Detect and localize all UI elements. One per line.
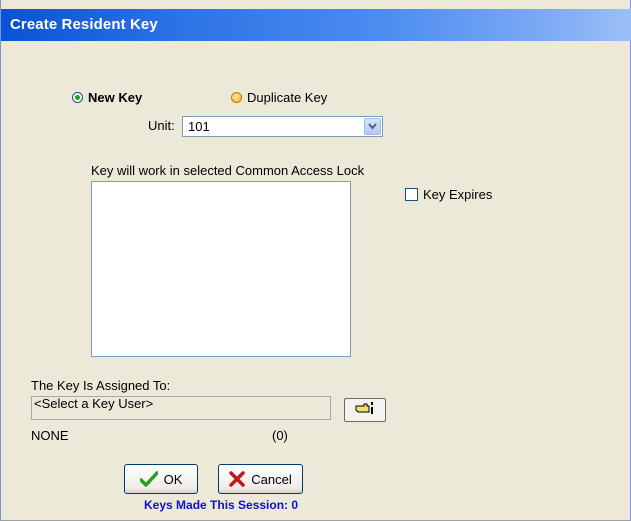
user-count-text: (0) [272,428,288,443]
duplicate-key-label: Duplicate Key [247,90,328,105]
session-count-text: Keys Made This Session: 0 [144,498,299,512]
key-user-field[interactable]: <Select a Key User> [31,396,331,420]
ok-button[interactable]: OK [124,464,198,494]
key-expires-checkbox[interactable]: Key Expires [405,187,492,202]
chevron-down-icon[interactable] [364,118,381,135]
dialog-window: Create Resident Key New Key Duplicate Ke… [0,0,631,521]
new-key-radio-circle[interactable] [72,92,83,103]
window-title: Create Resident Key [10,16,158,33]
new-key-radio[interactable]: New Key [72,90,142,105]
key-expires-label: Key Expires [423,187,493,202]
hand-pointer-icon [354,400,376,421]
assigned-to-label: The Key Is Assigned To: [31,378,171,393]
ok-label: OK [163,471,183,487]
title-bar[interactable]: Create Resident Key [1,9,631,41]
common-access-label: Key will work in selected Common Access … [91,163,365,178]
checkmark-icon [139,471,158,487]
new-key-label: New Key [88,90,143,105]
unit-label: Unit: [148,118,175,133]
key-expires-box[interactable] [405,188,418,201]
duplicate-key-radio-circle[interactable] [231,92,242,103]
cancel-button[interactable]: Cancel [218,464,303,494]
key-user-value: <Select a Key User> [34,396,154,411]
common-access-list[interactable] [91,181,351,357]
select-user-button[interactable] [344,398,386,422]
duplicate-key-radio[interactable]: Duplicate Key [231,90,327,105]
cancel-label: Cancel [251,471,292,487]
unit-select[interactable]: 101 [182,116,383,137]
x-icon [229,471,246,487]
user-name-text: NONE [31,428,69,443]
unit-select-value: 101 [188,119,210,134]
